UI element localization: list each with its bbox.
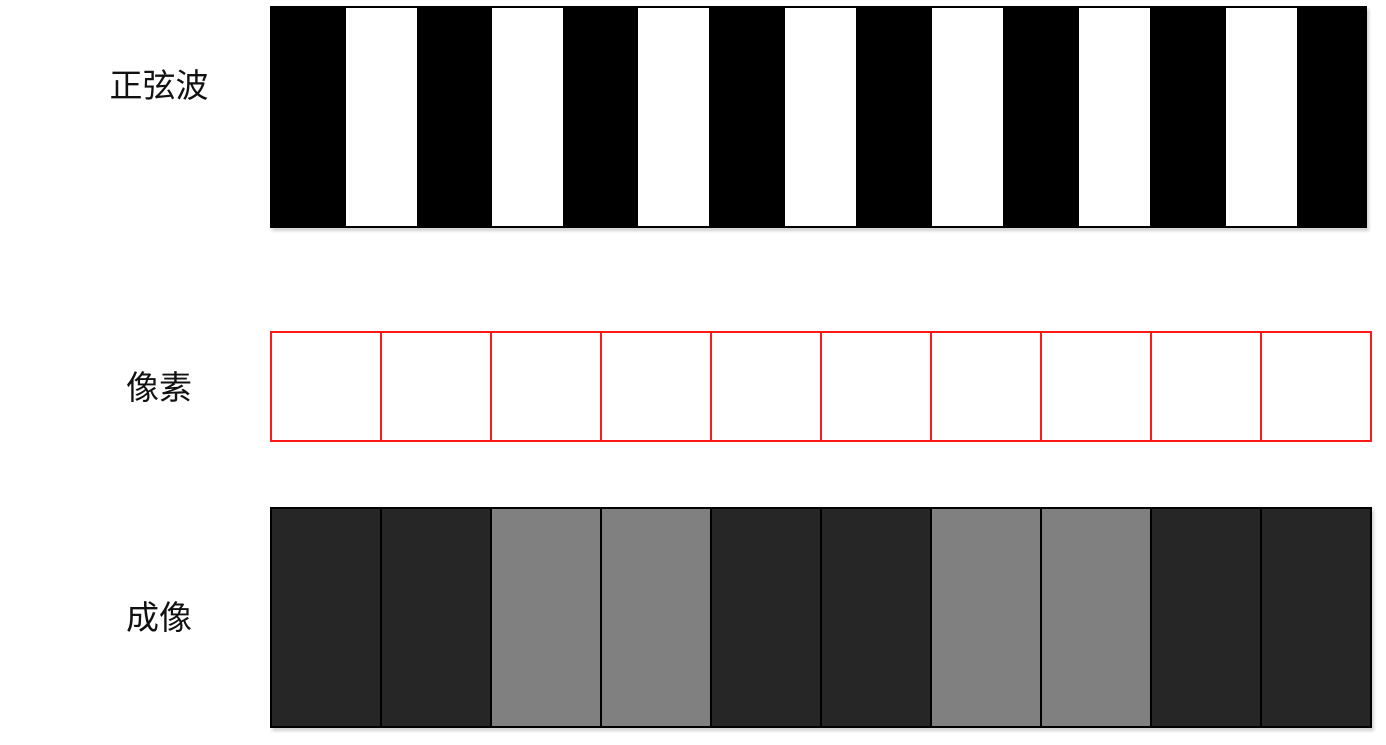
- image-cell-dark: [1260, 507, 1372, 728]
- image-cell-dark: [270, 507, 382, 728]
- wave-stripe-black: [709, 6, 785, 228]
- image-cell-gray: [600, 507, 712, 728]
- image-cell-gray: [1040, 507, 1152, 728]
- sine-wave-strip: [270, 6, 1367, 228]
- image-cell-dark: [380, 507, 492, 728]
- pixel-grid-strip: [270, 331, 1372, 442]
- pixel-cell: [1040, 331, 1152, 442]
- pixel-cell: [600, 331, 712, 442]
- wave-stripe-white: [932, 6, 1003, 228]
- wave-stripe-white: [785, 6, 856, 228]
- wave-stripe-black: [1003, 6, 1079, 228]
- wave-stripe-black: [270, 6, 346, 228]
- image-cell-gray: [490, 507, 602, 728]
- wave-stripe-white: [1226, 6, 1297, 228]
- wave-stripe-black: [417, 6, 492, 228]
- pixel-cell: [380, 331, 492, 442]
- pixel-cell: [710, 331, 822, 442]
- pixel-cell: [490, 331, 602, 442]
- image-cell-dark: [820, 507, 932, 728]
- wave-stripe-white: [492, 6, 563, 228]
- imaged-output-strip: [270, 507, 1372, 728]
- pixel-cell: [1260, 331, 1372, 442]
- label-sine-wave: 正弦波: [109, 66, 209, 105]
- pixel-cell: [820, 331, 932, 442]
- wave-stripe-white: [346, 6, 417, 228]
- pixel-cell: [270, 331, 382, 442]
- pixel-cell: [930, 331, 1042, 442]
- wave-stripe-black: [856, 6, 932, 228]
- wave-stripe-white: [638, 6, 709, 228]
- image-cell-dark: [1150, 507, 1262, 728]
- wave-stripe-black: [1150, 6, 1226, 228]
- wave-stripe-white: [1079, 6, 1150, 228]
- wave-stripe-black: [563, 6, 638, 228]
- image-cell-gray: [930, 507, 1042, 728]
- image-cell-dark: [710, 507, 822, 728]
- pixel-cell: [1150, 331, 1262, 442]
- label-pixels: 像素: [126, 368, 192, 407]
- wave-stripe-black: [1297, 6, 1367, 228]
- label-image: 成像: [126, 598, 192, 637]
